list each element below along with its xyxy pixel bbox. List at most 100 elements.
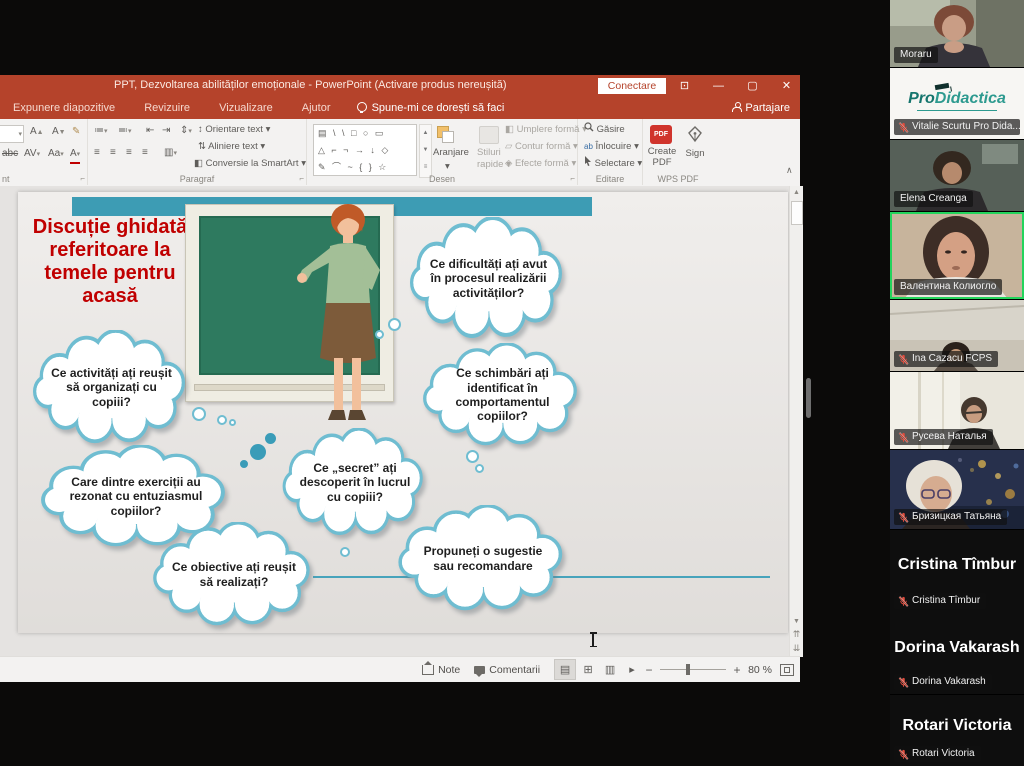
arrange-button[interactable]: Aranjare [433, 145, 469, 160]
text-direction-button[interactable]: ↕ Orientare text ▾ [198, 122, 270, 137]
decrease-font-button[interactable]: A▼ [52, 125, 66, 140]
numbering-button[interactable]: ≕▾ [118, 124, 132, 139]
participant-video-cristina[interactable]: Cristina Tîmbur Cristina Tîmbur [890, 530, 1024, 613]
next-slide-button[interactable]: ⇊ [790, 643, 803, 654]
ribbon-group-wps-pdf: PDF Create PDF Sign WPS PDF [643, 119, 713, 185]
sign-button[interactable]: Sign [685, 146, 705, 161]
align-text-button[interactable]: ⇅ Aliniere text ▾ [198, 139, 265, 154]
ribbon: ▾ A▲ A▼ ✎ abc AV▾ Aa▾ A▾ nt ⌐ ≔▾ ≕▾ ⇤ ⇥ … [0, 119, 800, 187]
font-size-combo[interactable]: ▾ [0, 125, 24, 143]
muted-mic-icon [898, 354, 909, 365]
wps-pdf-group-label: WPS PDF [643, 174, 713, 184]
participant-video-elena[interactable]: Elena Creanga [890, 140, 1024, 211]
create-pdf-button[interactable]: Create PDF [647, 146, 677, 168]
view-normal-button[interactable]: ▤ [554, 659, 576, 680]
shapes-gallery[interactable]: ▤ \ \ □ ○ ▭ △ ⌐ ¬ → ↓ ◇ ✎ ⌒ ~ { } ☆ [313, 124, 417, 176]
justify-button[interactable]: ≡ [142, 146, 148, 160]
thought-trail-dot [466, 450, 479, 463]
slide-scrollbar[interactable]: ▲ ▼ ⇈ ⇊ [789, 186, 803, 657]
thought-bubble-schimbari[interactable]: Ce schimbări ați identificat în comporta… [418, 343, 587, 447]
scroll-up-icon[interactable]: ▲ [790, 189, 803, 196]
ribbon-tab-bar: Expunere diapozitive Revizuire Vizualiza… [0, 97, 800, 119]
zoom-in-button[interactable]: + [732, 663, 742, 677]
share-button[interactable]: Partajare [732, 97, 790, 119]
select-button[interactable]: Selectare ▾ [584, 156, 642, 171]
desen-dialog-launcher[interactable]: ⌐ [570, 175, 575, 183]
character-spacing-button[interactable]: AV▾ [24, 147, 40, 162]
decrease-indent-button[interactable]: ⇤ [146, 124, 154, 138]
font-dialog-launcher[interactable]: ⌐ [80, 175, 85, 183]
thought-bubble-activitati[interactable]: Ce activități ați reușit să organizați c… [28, 330, 195, 445]
strikethrough-button[interactable]: abc [2, 147, 18, 161]
window-title: PPT, Dezvoltarea abilităților emoționale… [114, 79, 507, 91]
tab-expunere-diapozitive[interactable]: Expunere diapozitive [0, 97, 128, 119]
view-reading-button[interactable]: ▥ [600, 660, 620, 679]
convert-smartart-button[interactable]: ◧ Conversie la SmartArt ▾ [194, 156, 306, 171]
thought-bubble-propuneri[interactable]: Propuneți o sugestie sau recomandare [393, 505, 573, 612]
participant-name-label: Русева Наталья [894, 429, 993, 445]
powerpoint-window: PPT, Dezvoltarea abilităților emoționale… [0, 75, 800, 682]
participant-video-ruseva[interactable]: Русева Наталья [890, 372, 1024, 449]
increase-indent-button[interactable]: ⇥ [162, 124, 170, 138]
minimize-button[interactable]: — [702, 75, 735, 97]
shape-outline-button[interactable]: ▱ Contur formă ▾ [505, 139, 578, 154]
columns-button[interactable]: ▥▾ [164, 146, 177, 161]
arrange-dropdown[interactable]: ▾ [445, 159, 450, 174]
zoom-panel-scrollbar-thumb[interactable] [806, 378, 811, 418]
participant-video-moraru[interactable]: Moraru [890, 0, 1024, 67]
comments-button[interactable]: Comentarii [474, 664, 540, 676]
clear-formatting-icon[interactable]: ✎ [72, 125, 80, 139]
zoom-out-button[interactable]: − [644, 663, 654, 677]
participant-display-name: Rotari Victoria [890, 717, 1024, 735]
scroll-down-icon[interactable]: ▼ [790, 618, 803, 625]
view-slideshow-button[interactable]: ▸ [622, 660, 642, 679]
align-right-button[interactable]: ≡ [126, 146, 132, 160]
scrollbar-thumb[interactable] [791, 201, 803, 225]
collapse-ribbon-button[interactable]: ∧ [786, 165, 793, 176]
paragraf-dialog-launcher[interactable]: ⌐ [299, 175, 304, 183]
shapes-gallery-scroll[interactable]: ▲ ▼ ≡ [419, 124, 432, 178]
zoom-slider[interactable] [660, 669, 726, 670]
zoom-slider-thumb[interactable] [686, 664, 690, 675]
quick-styles-icon [479, 126, 499, 144]
participant-video-ina[interactable]: Ina Cazacu FCPS [890, 300, 1024, 371]
slide-title[interactable]: Discuție ghidată referitoare la temele p… [24, 216, 196, 308]
participant-video-brizitskaya[interactable]: Бризицкая Татьяна [890, 450, 1024, 529]
align-center-button[interactable]: ≡ [110, 146, 116, 160]
find-button[interactable]: Găsire [584, 122, 625, 137]
participant-video-valentina[interactable]: Валентина Колиогло [890, 212, 1024, 299]
teacher-illustration[interactable] [292, 198, 392, 426]
participant-video-rotari[interactable]: Rotari Victoria Rotari Victoria [890, 695, 1024, 766]
previous-slide-button[interactable]: ⇈ [790, 629, 803, 640]
bullets-button[interactable]: ≔▾ [94, 124, 108, 139]
slide-canvas[interactable]: Discuție ghidată referitoare la temele p… [18, 192, 788, 633]
notes-button[interactable]: Note [422, 664, 460, 676]
fit-to-window-icon[interactable] [780, 664, 794, 676]
notes-icon [422, 665, 434, 675]
participant-video-dorina[interactable]: Dorina Vakarash Dorina Vakarash [890, 613, 1024, 694]
ribbon-display-options-icon[interactable]: ⊡ [668, 75, 701, 97]
muted-mic-icon [898, 677, 909, 688]
participant-video-vitalie[interactable]: ProDidactica Vitalie Scurtu Pro Dida... [890, 68, 1024, 139]
tab-revizuire[interactable]: Revizuire [131, 97, 203, 119]
zoom-percentage[interactable]: 80 % [748, 664, 772, 676]
ribbon-group-paragraf: ≔▾ ≕▾ ⇤ ⇥ ⇕▾ ≡ ≡ ≡ ≡ ▥▾ ↕ Orientare text… [88, 119, 307, 185]
view-slide-sorter-button[interactable]: ⊞ [578, 660, 598, 679]
tab-vizualizare[interactable]: Vizualizare [206, 97, 286, 119]
thought-bubble-obiective[interactable]: Ce obiective ați reușit să realizați? [148, 522, 320, 627]
tab-ajutor[interactable]: Ajutor [289, 97, 344, 119]
line-spacing-button[interactable]: ⇕▾ [180, 124, 192, 139]
shape-fill-button[interactable]: ◧ Umplere formă ▾ [505, 122, 587, 137]
replace-button[interactable]: ab Înlocuire ▾ [584, 139, 639, 154]
close-button[interactable]: ✕ [770, 75, 803, 97]
thought-bubble-dificultati[interactable]: Ce dificultăți ați avut în procesul real… [405, 217, 572, 340]
change-case-button[interactable]: Aa▾ [48, 147, 64, 162]
tell-me-search[interactable]: Spune-mi ce dorești să faci [347, 97, 515, 119]
sign-in-button[interactable]: Conectare [598, 78, 666, 94]
shape-effects-button[interactable]: ◈ Efecte formă ▾ [505, 156, 576, 171]
font-color-button[interactable]: A▾ [70, 147, 80, 164]
desen-group-label: Desen [307, 174, 577, 184]
increase-font-button[interactable]: A▲ [30, 125, 44, 140]
maximize-button[interactable]: ▢ [736, 75, 769, 97]
align-left-button[interactable]: ≡ [94, 146, 100, 160]
